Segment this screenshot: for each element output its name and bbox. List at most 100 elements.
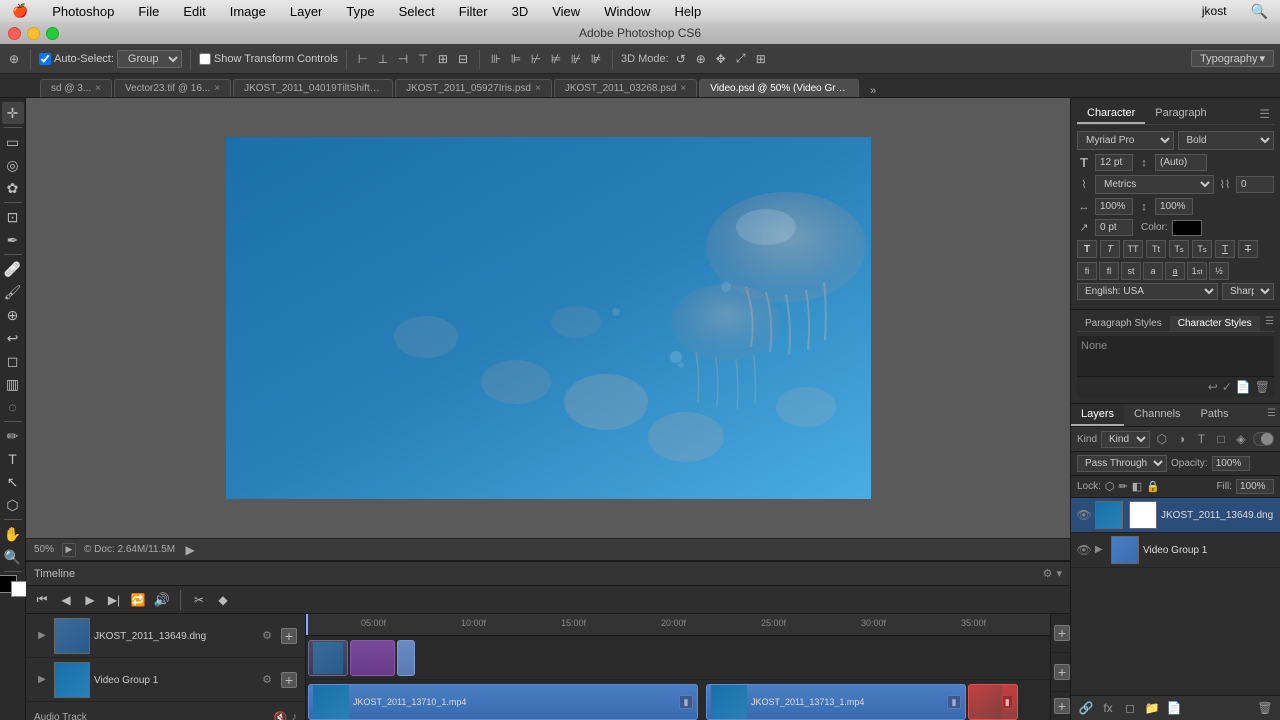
font-family-select[interactable]: Myriad Pro [1077, 131, 1174, 150]
link-layers-icon[interactable]: 🔗 [1077, 699, 1095, 717]
styles-item-none[interactable]: None [1081, 340, 1270, 352]
new-group-icon[interactable]: 📁 [1143, 699, 1161, 717]
menu-view[interactable]: View [548, 4, 584, 19]
distribute-center-v-icon[interactable]: ⊮ [568, 51, 584, 67]
character-styles-tab[interactable]: Character Styles [1170, 316, 1260, 331]
blend-mode-select[interactable]: Pass Through Normal Multiply Screen [1077, 455, 1167, 472]
move-tool[interactable]: ✛ [2, 102, 24, 124]
fraction-btn[interactable]: ½ [1209, 262, 1229, 280]
tl-layer-expand-2[interactable]: ▶ [34, 672, 50, 688]
tab-tiltshift[interactable]: JKOST_2011_04019TiltShift.psd× [233, 79, 393, 97]
paragraph-styles-tab[interactable]: Paragraph Styles [1077, 316, 1170, 331]
menu-layer[interactable]: Layer [286, 4, 327, 19]
play-button[interactable]: ▶ [183, 543, 197, 557]
lock-move-icon[interactable]: ✏ [1119, 480, 1128, 493]
baseline-input[interactable] [1095, 219, 1133, 236]
menu-file[interactable]: File [134, 4, 163, 19]
filter-adjust-icon[interactable]: ◑ [1174, 430, 1190, 448]
step-back-button[interactable]: ◀ [56, 590, 76, 610]
pen-tool[interactable]: ✏ [2, 425, 24, 447]
distribute-center-h-icon[interactable]: ⊫ [508, 51, 524, 67]
step-forward-button[interactable]: ▶| [104, 590, 124, 610]
antialiasing-select[interactable]: Sharp Smooth Crisp Strong None [1222, 283, 1274, 300]
tl-add-button-2[interactable]: + [281, 672, 297, 688]
distribute-right-icon[interactable]: ⊬ [528, 51, 544, 67]
align-center-h-icon[interactable]: ⊥ [375, 51, 391, 67]
track-clip-2[interactable]: JKOST_2011_13713_1.mp4 ▮ [706, 684, 966, 720]
timeline-collapse-icon[interactable]: ▾ [1056, 567, 1062, 580]
italic-btn[interactable]: T [1100, 240, 1120, 258]
keyframe-button[interactable]: ◆ [213, 590, 233, 610]
crop-tool[interactable]: ⊡ [2, 206, 24, 228]
track-clip-purple-1[interactable] [350, 640, 395, 676]
heal-tool[interactable]: 🩹 [2, 258, 24, 280]
tabs-overflow-button[interactable]: » [863, 85, 883, 97]
styles-delete-icon[interactable]: 🗑 [1255, 380, 1270, 394]
gradient-tool[interactable]: ▥ [2, 373, 24, 395]
filter-text-icon[interactable]: T [1194, 430, 1210, 448]
oldstyle-btn[interactable]: st [1121, 262, 1141, 280]
stamp-tool[interactable]: ⊕ [2, 304, 24, 326]
super-btn[interactable]: Ts [1169, 240, 1189, 258]
hand-tool[interactable]: ✋ [2, 523, 24, 545]
lock-all-icon[interactable]: 🔒 [1146, 480, 1160, 493]
opacity-input[interactable] [1212, 456, 1250, 471]
audio-music-icon[interactable]: ♪ [292, 711, 298, 720]
track-clip-thumb-1[interactable] [308, 640, 348, 676]
menu-type[interactable]: Type [342, 4, 378, 19]
distribute-top-icon[interactable]: ⊭ [548, 51, 564, 67]
brush-tool[interactable]: 🖌 [2, 281, 24, 303]
lock-artboard-icon[interactable]: ◧ [1132, 480, 1142, 493]
zoom-tool[interactable]: 🔍 [2, 546, 24, 568]
tl-layer-settings-2[interactable]: ⚙ [257, 670, 277, 690]
eraser-tool[interactable]: ◻ [2, 350, 24, 372]
tl-layer-settings-1[interactable]: ⚙ [257, 626, 277, 646]
sub-btn[interactable]: Ts [1192, 240, 1212, 258]
distribute-bottom-icon[interactable]: ⊯ [588, 51, 604, 67]
menu-image[interactable]: Image [226, 4, 270, 19]
tab-sd[interactable]: sd @ 3...× [40, 79, 112, 97]
menu-select[interactable]: Select [395, 4, 439, 19]
ordinal2-btn[interactable]: a [1165, 262, 1185, 280]
3d-slide-icon[interactable]: ⤢ [733, 51, 749, 67]
allcaps-btn[interactable]: TT [1123, 240, 1143, 258]
search-icon[interactable]: 🔍 [1247, 3, 1272, 20]
align-left-icon[interactable]: ⊢ [355, 51, 371, 67]
layers-tab-layers[interactable]: Layers [1071, 404, 1124, 426]
filter-toggle[interactable] [1253, 432, 1274, 446]
layers-tab-paths[interactable]: Paths [1191, 404, 1239, 426]
align-top-icon[interactable]: ⊤ [415, 51, 431, 67]
leading-input[interactable] [1155, 154, 1207, 171]
text-tool[interactable]: T [2, 448, 24, 470]
menu-photoshop[interactable]: Photoshop [48, 4, 118, 19]
underline-btn[interactable]: T [1215, 240, 1235, 258]
play-button[interactable]: ▶ [80, 590, 100, 610]
filter-shape-icon[interactable]: □ [1213, 430, 1229, 448]
minimize-button[interactable] [27, 27, 40, 40]
fill-input[interactable] [1236, 479, 1274, 494]
tab-character[interactable]: Character [1077, 104, 1145, 124]
lasso-tool[interactable]: ◎ [2, 154, 24, 176]
add-track-button-2[interactable]: + [1054, 664, 1070, 680]
playhead[interactable] [306, 614, 308, 635]
tab-video[interactable]: Video.psd @ 50% (Video Group 1, RGB/8*)× [699, 79, 859, 97]
strikethrough-btn[interactable]: T [1238, 240, 1258, 258]
font-size-input[interactable] [1095, 154, 1133, 171]
align-right-icon[interactable]: ⊣ [395, 51, 411, 67]
3d-pan-icon[interactable]: ✥ [713, 51, 729, 67]
font-style-select[interactable]: Bold Regular Italic [1178, 131, 1275, 150]
styles-save-icon[interactable]: ✓ [1222, 380, 1232, 394]
language-select[interactable]: English: USA [1077, 283, 1218, 300]
maximize-button[interactable] [46, 27, 59, 40]
marquee-tool[interactable]: ▭ [2, 131, 24, 153]
track-clip-3[interactable]: ▮ [968, 684, 1018, 720]
filter-smart-icon[interactable]: ◈ [1233, 430, 1249, 448]
menu-filter[interactable]: Filter [455, 4, 492, 19]
layer-visibility-2[interactable]: 👁 [1077, 543, 1091, 557]
add-style-icon[interactable]: fx [1099, 699, 1117, 717]
3d-scale-icon[interactable]: ⊞ [753, 51, 769, 67]
menu-help[interactable]: Help [670, 4, 705, 19]
go-first-button[interactable]: ⏮ [32, 590, 52, 610]
audio-mute-icon[interactable]: 🔇 [274, 711, 288, 720]
trim-button[interactable]: ✂ [189, 590, 209, 610]
